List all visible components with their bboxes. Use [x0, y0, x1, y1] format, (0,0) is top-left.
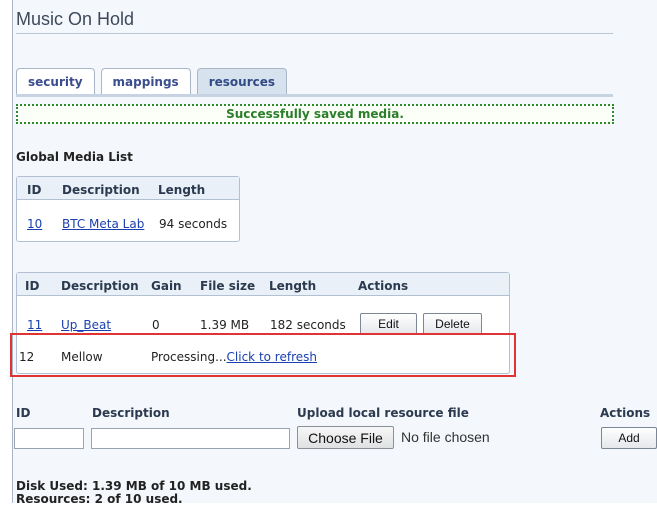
header-file-size: File size: [200, 279, 256, 293]
resource-description-link[interactable]: Up_Beat: [61, 318, 111, 332]
resource-count: Resources: 2 of 10 used.: [16, 492, 183, 506]
no-file-label: No file chosen: [401, 429, 490, 445]
global-media-heading: Global Media List: [16, 150, 133, 164]
resource-id-link[interactable]: 11: [27, 318, 42, 332]
disk-usage: Disk Used: 1.39 MB of 10 MB used.: [16, 479, 252, 493]
success-message: Successfully saved media.: [16, 104, 614, 124]
choose-file-button[interactable]: Choose File: [297, 426, 394, 449]
upload-header-id: ID: [16, 406, 31, 420]
upload-header-description: Description: [92, 406, 170, 420]
header-length: Length: [269, 279, 317, 293]
global-media-table: ID Description Length 10 BTC Meta Lab 94…: [16, 176, 240, 242]
edit-button[interactable]: Edit: [360, 313, 417, 335]
header-id: ID: [25, 279, 40, 293]
tab-resources[interactable]: resources: [196, 68, 288, 94]
new-id-input[interactable]: [14, 428, 84, 449]
media-id-link[interactable]: 10: [27, 217, 42, 231]
header-description: Description: [62, 183, 140, 197]
media-description-link[interactable]: BTC Meta Lab: [62, 217, 144, 231]
upload-header-file: Upload local resource file: [297, 406, 469, 420]
header-id: ID: [27, 183, 42, 197]
tab-security[interactable]: security: [16, 68, 95, 94]
highlight-box: [10, 333, 516, 377]
tab-divider: [16, 94, 613, 97]
resource-gain: 0: [152, 318, 160, 332]
delete-button[interactable]: Delete: [423, 313, 482, 335]
title-divider: [16, 33, 613, 34]
header-gain: Gain: [151, 279, 182, 293]
resource-file-size: 1.39 MB: [200, 318, 250, 332]
new-description-input[interactable]: [91, 428, 290, 449]
tab-mappings[interactable]: mappings: [100, 68, 191, 94]
media-length: 94 seconds: [159, 217, 228, 231]
header-actions: Actions: [358, 279, 409, 293]
resource-length: 182 seconds: [270, 318, 346, 332]
tab-bar: security mappings resources: [16, 68, 288, 94]
page-title: Music On Hold: [16, 9, 135, 29]
add-button[interactable]: Add: [601, 427, 657, 449]
header-length: Length: [158, 183, 206, 197]
header-description: Description: [61, 279, 139, 293]
upload-header-actions: Actions: [600, 406, 651, 420]
